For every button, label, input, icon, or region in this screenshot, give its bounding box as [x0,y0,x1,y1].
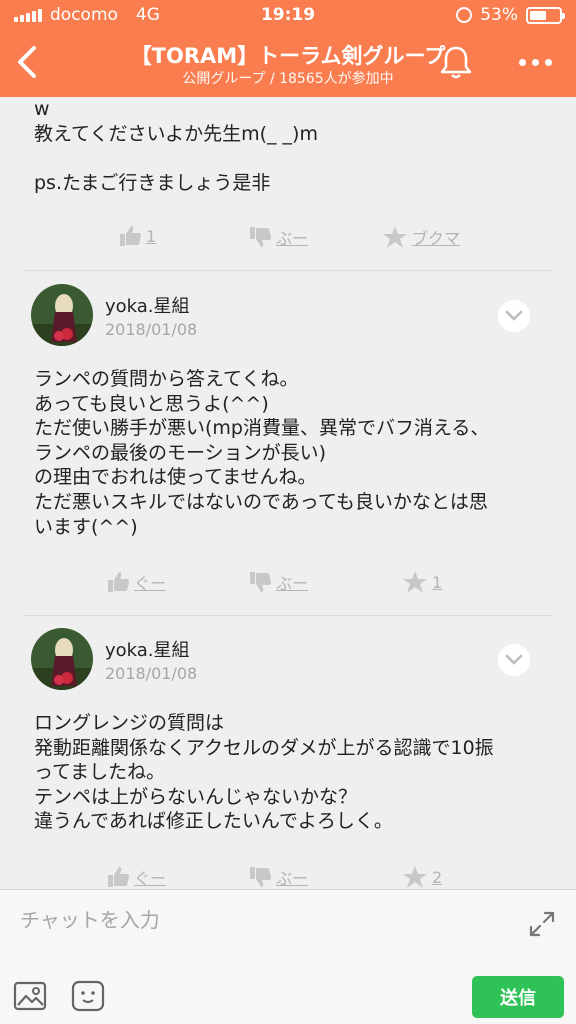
like-button[interactable]: 1 [118,225,156,247]
expand-button[interactable] [528,910,556,938]
post-username[interactable]: yoka.星組 [105,636,190,662]
post-menu-button[interactable] [498,300,530,332]
dislike-button[interactable]: ぶー [248,865,308,889]
bookmark-label: ブクマ [412,229,461,248]
avatar[interactable] [31,628,93,690]
like-button[interactable]: ぐー [106,865,166,889]
battery-percent: 53% [480,5,518,25]
post-date: 2018/01/08 [105,320,198,339]
more-icon [518,58,526,66]
expand-icon [529,911,555,937]
post-text: w 教えてくださいよか先生m(_ _)m ps.たまご行きましょう是非 [34,98,318,194]
image-button[interactable] [12,978,48,1014]
chat-thread[interactable]: w 教えてくださいよか先生m(_ _)m ps.たまご行きましょう是非 1 ぶー… [0,97,576,889]
divider [24,615,552,616]
chat-bar: チャットを入力 送信 [0,889,576,1024]
thumbs-up-icon [108,572,129,592]
post-header: yoka.星組 2018/01/08 [0,284,576,346]
like-label: ぐー [134,574,167,593]
back-button[interactable] [8,40,48,84]
bookmark-button[interactable]: ブクマ [382,225,460,249]
emoji-icon [71,980,105,1012]
like-button[interactable]: ぐー [106,570,166,594]
image-icon [13,981,47,1011]
post-header: yoka.星組 2018/01/08 [0,628,576,690]
avatar[interactable] [31,284,93,346]
send-button[interactable]: 送信 [472,976,564,1018]
dislike-label: ぶー [276,574,309,593]
battery-icon [526,6,565,24]
post-actions: ぐー ぶー 1 [0,570,576,600]
back-icon [18,46,36,78]
chat-input[interactable]: チャットを入力 [20,904,160,933]
post-date: 2018/01/08 [105,664,198,683]
thumbs-up-icon [108,867,129,887]
bell-icon [440,46,472,79]
post-actions: 1 ぶー ブクマ [0,225,576,255]
star-icon [403,571,427,593]
notification-button[interactable] [436,42,476,82]
thumbs-down-icon [250,227,271,247]
post-actions: ぐー ぶー 2 [0,865,576,889]
emoji-button[interactable] [70,978,106,1014]
star-button[interactable]: 2 [402,865,442,889]
star-count: 2 [432,867,443,887]
thumbs-down-icon [250,867,271,887]
post-text: ランペの質問から答えてくね。 あっても良いと思うよ(^^) ただ使い勝手が悪い(… [34,368,490,538]
header-bar: docomo 4G 19:19 53% 【TORAM】トーラム剣グループ 公開グ… [0,0,576,97]
dislike-button[interactable]: ぶー [248,225,308,249]
dislike-label: ぶー [276,869,309,888]
thumbs-down-icon [250,572,271,592]
divider [24,270,552,271]
status-bar: docomo 4G 19:19 53% [0,0,576,30]
like-count: 1 [146,226,157,246]
dislike-label: ぶー [276,229,309,248]
star-count: 1 [432,572,443,592]
star-button[interactable]: 1 [402,570,442,594]
orientation-lock-icon [456,7,473,23]
more-button[interactable] [510,46,560,78]
chevron-down-icon [505,654,523,665]
chevron-down-icon [505,310,523,321]
post-text: ロングレンジの質問は 発動距離関係なくアクセルのダメが上がる認識で10振 ってま… [34,712,494,833]
thumbs-up-icon [120,226,141,246]
star-icon [403,866,427,888]
like-label: ぐー [134,869,167,888]
post-username[interactable]: yoka.星組 [105,292,190,318]
post-menu-button[interactable] [498,644,530,676]
star-icon [383,226,407,248]
dislike-button[interactable]: ぶー [248,570,308,594]
